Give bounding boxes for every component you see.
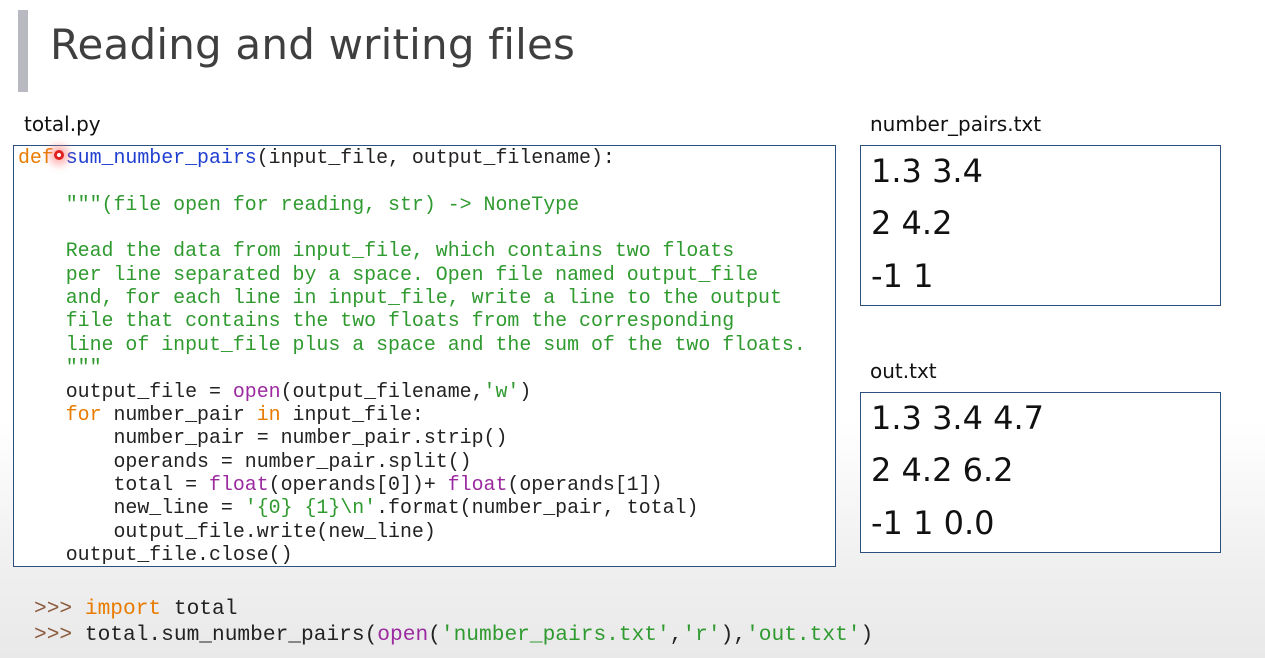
code-token: (operands[1])	[507, 472, 663, 496]
code-line: line of input_file plus a space and the …	[18, 333, 806, 356]
code-token: new_line =	[18, 496, 245, 520]
code-token: def	[18, 146, 54, 169]
code-token: 'w'	[483, 379, 520, 403]
number-pairs-line: 1.3 3.4	[871, 152, 983, 190]
repl-token: open	[377, 623, 429, 647]
out-filename-label: out.txt	[870, 359, 937, 383]
repl-token: 'number_pairs.txt'	[440, 623, 670, 647]
code-token: in	[256, 402, 281, 426]
repl-token: >>>	[34, 623, 85, 647]
repl-token: (	[428, 623, 441, 647]
repl-token: total	[161, 597, 238, 621]
code-token: open	[232, 379, 281, 403]
code-token: input_file:	[280, 402, 424, 426]
code-token: .format(number_pair, total)	[376, 496, 699, 520]
repl-line: >>> import total	[34, 597, 237, 621]
code-token: per line separated by a space. Open file…	[18, 262, 759, 286]
code-token: )	[519, 379, 532, 403]
code-token: """(file open for reading, str) -> NoneT…	[18, 192, 580, 216]
repl-token: ),	[720, 623, 747, 647]
code-line: def sum_number_pairs(input_file, output_…	[18, 146, 615, 169]
title-accent-bar	[18, 10, 28, 92]
code-panel: def sum_number_pairs(input_file, output_…	[13, 145, 836, 567]
repl-token: )	[860, 623, 874, 647]
number-pairs-filename-label: number_pairs.txt	[870, 112, 1042, 136]
repl-token: 'r'	[682, 623, 721, 647]
code-token: float	[208, 472, 269, 496]
code-token: float	[447, 472, 508, 496]
code-token: (input_file, output_filename):	[256, 146, 615, 169]
code-token: (output_filename,	[280, 379, 484, 403]
repl-line: >>> total.sum_number_pairs(open('number_…	[34, 623, 873, 647]
code-line: operands = number_pair.split()	[18, 449, 472, 473]
pointer-cursor-icon	[54, 150, 64, 160]
number-pairs-line: 2 4.2	[871, 204, 953, 242]
code-line: output_file.close()	[18, 543, 293, 566]
code-line: Read the data from input_file, which con…	[18, 239, 734, 262]
out-line: 2 4.2 6.2	[871, 451, 1014, 489]
code-token: number_pair = number_pair.strip()	[18, 426, 508, 450]
code-token: Read the data from input_file, which con…	[18, 239, 735, 263]
out-line: 1.3 3.4 4.7	[871, 399, 1045, 437]
repl-token: >>>	[34, 597, 85, 621]
repl-token: ,	[669, 623, 683, 647]
code-line: """(file open for reading, str) -> NoneT…	[18, 193, 579, 216]
slide-title: Reading and writing files	[50, 20, 576, 69]
code-token: (operands[0])+	[268, 472, 448, 496]
code-filename-label: total.py	[24, 112, 101, 136]
number-pairs-panel: 1.3 3.4 2 4.2 -1 1	[860, 145, 1221, 306]
code-token: output_file =	[18, 379, 233, 403]
code-line: new_line = '{0} {1}\n'.format(number_pai…	[18, 496, 698, 519]
code-line: per line separated by a space. Open file…	[18, 263, 758, 286]
code-token: and, for each line in input_file, write …	[18, 286, 782, 310]
code-line: total = float(operands[0])+ float(operan…	[18, 472, 663, 496]
code-line: """	[18, 356, 102, 379]
number-pairs-line: -1 1	[871, 257, 934, 295]
code-token: for	[65, 402, 102, 426]
code-line: and, for each line in input_file, write …	[18, 286, 782, 309]
code-token: '{0} {1}\n'	[244, 496, 377, 520]
code-line: output_file = open(output_filename,'w')	[18, 379, 532, 403]
code-token: line of input_file plus a space and the …	[18, 332, 806, 356]
repl-token: 'out.txt'	[746, 623, 861, 647]
code-token: file that contains the two floats from t…	[18, 309, 735, 333]
code-token: number_pair	[101, 402, 257, 426]
repl-token: total.sum_number_pairs(	[84, 623, 378, 647]
out-panel: 1.3 3.4 4.7 2 4.2 6.2 -1 1 0.0	[860, 392, 1221, 553]
code-token: """	[18, 356, 102, 380]
code-token: operands = number_pair.split()	[18, 449, 472, 473]
code-token: output_file.write(new_line)	[18, 519, 436, 543]
out-line: -1 1 0.0	[871, 504, 995, 542]
code-line: output_file.write(new_line)	[18, 519, 436, 543]
code-token: output_file.close()	[18, 542, 293, 566]
repl-token: import	[84, 597, 162, 621]
code-line: file that contains the two floats from t…	[18, 309, 734, 332]
code-line: number_pair = number_pair.strip()	[18, 426, 507, 449]
code-token: sum_number_pairs	[65, 146, 257, 169]
code-line: for number_pair in input_file:	[18, 403, 424, 426]
code-token: total =	[18, 472, 209, 496]
